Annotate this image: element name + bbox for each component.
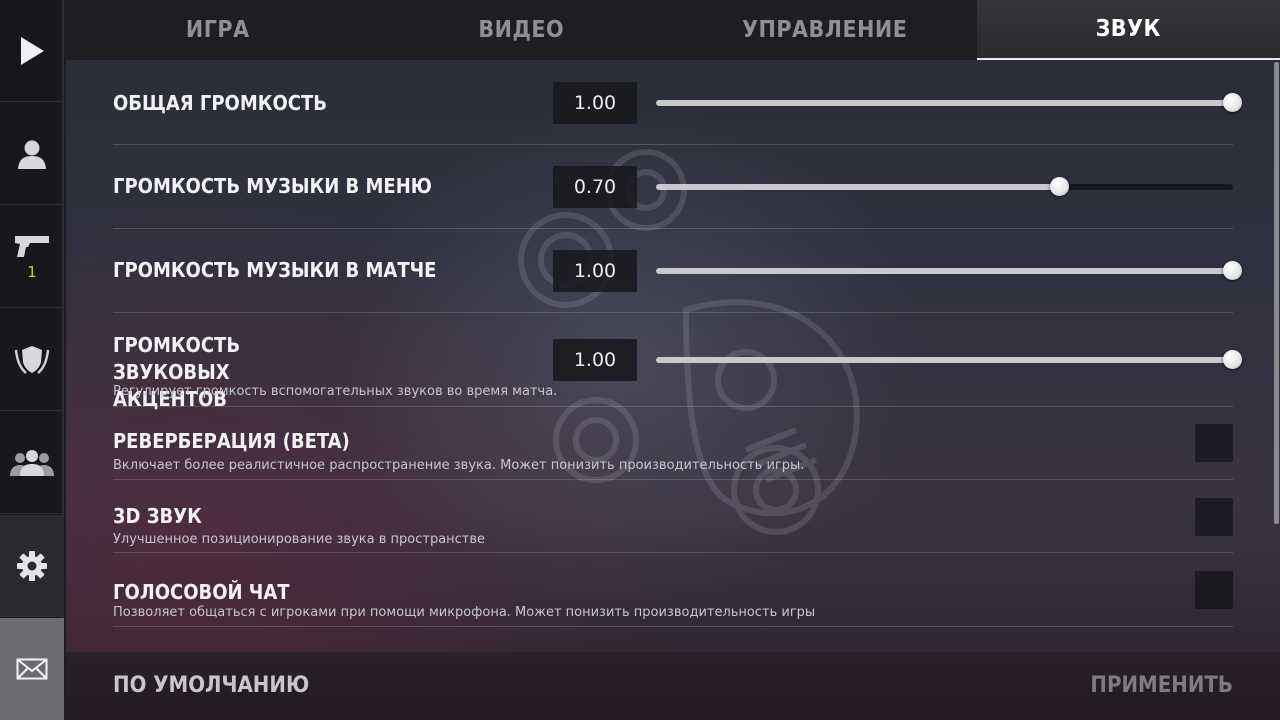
- accent-volume-label: ГРОМКОСТЬ ЗВУКОВЫХ АКЦЕНТОВ: [113, 333, 241, 411]
- slider-knob[interactable]: [1223, 350, 1242, 369]
- reverb-row: РЕВЕРБЕРАЦИЯ (BETA) Включает более реали…: [113, 407, 1233, 480]
- menu-music-volume-label: ГРОМКОСТЬ МУЗЫКИ В МЕНЮ: [113, 174, 432, 198]
- settings-panel: ИГРА ВИДЕО УПРАВЛЕНИЕ ЗВУК ОБЩАЯ ГРОМКОС…: [66, 0, 1280, 720]
- profile-icon: [18, 140, 46, 169]
- voice-chat-toggle[interactable]: [1195, 571, 1233, 609]
- menu-music-volume-value[interactable]: 0.70: [553, 166, 637, 208]
- voice-chat-description: Позволяет общаться с игроками при помощи…: [113, 605, 816, 620]
- tab-sound[interactable]: ЗВУК: [976, 0, 1280, 60]
- inventory-badge: 1: [27, 263, 37, 281]
- gear-icon: [17, 550, 47, 581]
- menu-music-volume-slider[interactable]: [656, 177, 1233, 197]
- menu-music-volume-row: ГРОМКОСТЬ МУЗЫКИ В МЕНЮ 0.70: [113, 145, 1233, 229]
- voice-chat-row: ГОЛОСОВОЙ ЧАТ Позволяет общаться с игрок…: [113, 553, 1233, 627]
- slider-fill: [656, 357, 1233, 363]
- rank-shield-icon: [14, 345, 50, 374]
- master-volume-label: ОБЩАЯ ГРОМКОСТЬ: [113, 91, 327, 115]
- slider-fill: [656, 100, 1233, 106]
- pistol-icon: [15, 236, 49, 257]
- play-button[interactable]: [0, 0, 64, 102]
- friends-button[interactable]: [0, 412, 64, 514]
- reset-defaults-button[interactable]: ПО УМОЛЧАНИЮ: [113, 670, 309, 702]
- accent-volume-value[interactable]: 1.00: [553, 339, 637, 381]
- slider-knob[interactable]: [1223, 93, 1242, 112]
- rank-button[interactable]: [0, 309, 64, 411]
- accent-volume-description: Регулирует громкость вспомогательных зву…: [113, 384, 558, 399]
- profile-button[interactable]: [0, 103, 64, 205]
- play-icon: [21, 36, 44, 65]
- scrollbar[interactable]: [1274, 62, 1279, 524]
- friends-icon: [10, 449, 54, 476]
- match-music-volume-slider[interactable]: [656, 261, 1242, 281]
- accent-volume-row: ГРОМКОСТЬ ЗВУКОВЫХ АКЦЕНТОВ 1.00 Регулир…: [113, 313, 1242, 411]
- sound-3d-description: Улучшенное позиционирование звука в прос…: [113, 532, 486, 547]
- settings-button[interactable]: [0, 515, 64, 617]
- slider-knob[interactable]: [1223, 261, 1242, 280]
- sound-3d-row: 3D ЗВУК Улучшенное позиционирование звук…: [113, 480, 1233, 553]
- match-music-volume-value[interactable]: 1.00: [553, 250, 637, 292]
- tab-video[interactable]: ВИДЕО: [370, 0, 674, 60]
- side-navigation: 1: [0, 0, 64, 720]
- slider-fill: [656, 184, 1060, 190]
- master-volume-value[interactable]: 1.00: [553, 82, 637, 124]
- slider-knob[interactable]: [1049, 177, 1069, 196]
- apply-button[interactable]: ПРИМЕНИТЬ: [1090, 670, 1233, 702]
- match-music-volume-label: ГРОМКОСТЬ МУЗЫКИ В МАТЧЕ: [113, 258, 437, 282]
- reverb-description: Включает более реалистичное распростране…: [113, 458, 805, 473]
- mail-icon: [16, 658, 48, 680]
- mail-button[interactable]: [0, 618, 64, 720]
- accent-volume-slider[interactable]: [656, 350, 1242, 370]
- bottom-action-bar: ПО УМОЛЧАНИЮ ПРИМЕНИТЬ: [66, 652, 1280, 720]
- voice-chat-label: ГОЛОСОВОЙ ЧАТ: [113, 580, 290, 604]
- slider-fill: [656, 268, 1233, 274]
- sound-3d-label: 3D ЗВУК: [113, 504, 202, 528]
- reverb-toggle[interactable]: [1195, 424, 1233, 462]
- reverb-label: РЕВЕРБЕРАЦИЯ (BETA): [113, 429, 350, 453]
- sound-3d-toggle[interactable]: [1195, 498, 1233, 536]
- master-volume-slider[interactable]: [656, 93, 1242, 113]
- tab-controls[interactable]: УПРАВЛЕНИЕ: [673, 0, 977, 60]
- tab-game[interactable]: ИГРА: [66, 0, 370, 60]
- match-music-volume-row: ГРОМКОСТЬ МУЗЫКИ В МАТЧЕ 1.00: [113, 229, 1242, 313]
- inventory-button[interactable]: 1: [0, 206, 64, 308]
- master-volume-row: ОБЩАЯ ГРОМКОСТЬ 1.00: [113, 60, 1242, 145]
- settings-tabs: ИГРА ВИДЕО УПРАВЛЕНИЕ ЗВУК: [66, 0, 1280, 60]
